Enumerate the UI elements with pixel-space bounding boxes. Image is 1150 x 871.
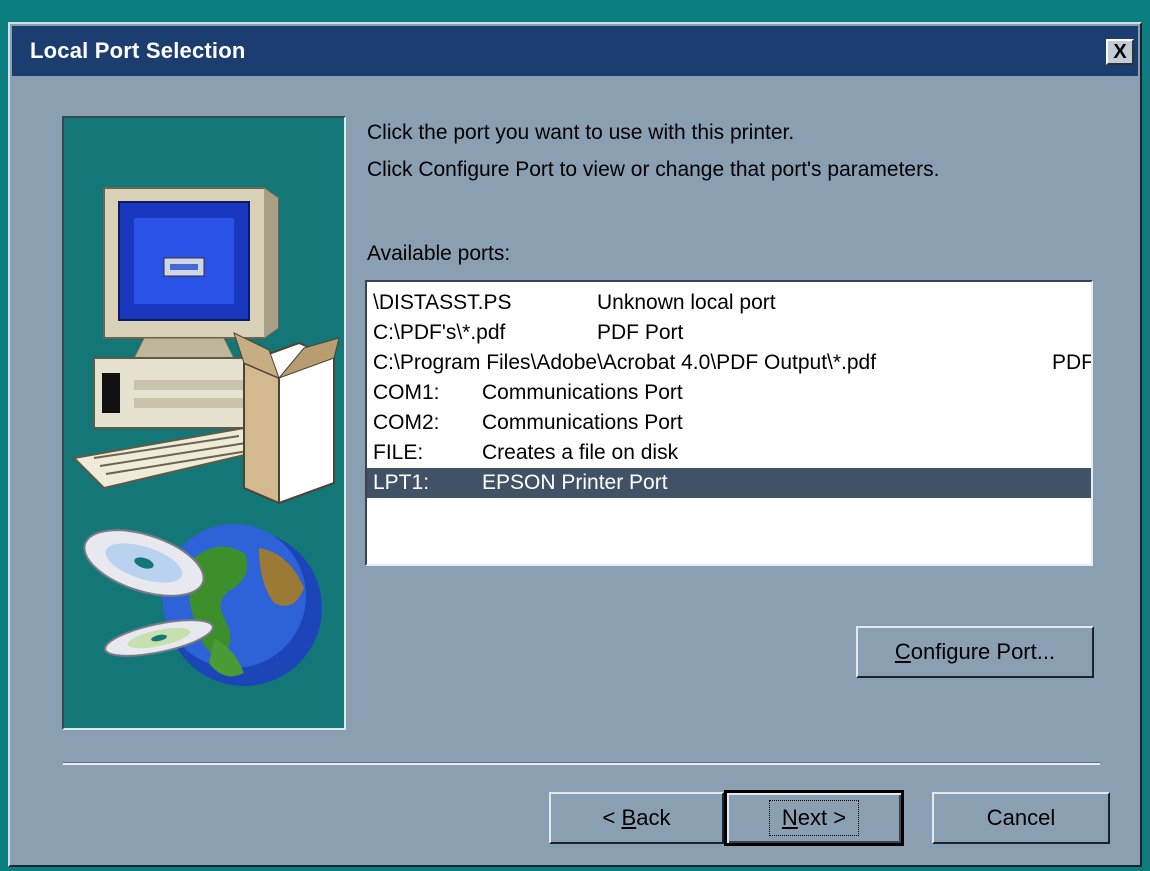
configure-port-button[interactable]: Configure Port... xyxy=(856,626,1094,678)
port-description: Communications Port xyxy=(482,411,683,434)
port-name: COM1: xyxy=(373,381,440,404)
port-list-item[interactable]: COM2: Communications Port xyxy=(367,408,1091,438)
window-title: Local Port Selection xyxy=(30,38,246,63)
port-name: COM2: xyxy=(373,411,440,434)
instruction-line-2: Click Configure Port to view or change t… xyxy=(367,158,940,181)
port-name: C:\Program Files\Adobe\Acrobat 4.0\PDF O… xyxy=(373,351,877,374)
close-icon: X xyxy=(1113,41,1127,63)
cancel-label: Cancel xyxy=(986,805,1056,830)
port-name: LPT1: xyxy=(373,471,430,494)
port-list-item[interactable]: LPT1: EPSON Printer Port xyxy=(367,468,1091,498)
next-label: Next > xyxy=(768,800,860,836)
computer-case-icon xyxy=(93,357,270,429)
port-description: PDF Port xyxy=(597,321,684,344)
back-label: < Back xyxy=(602,805,671,830)
port-description: Unknown local port xyxy=(597,291,776,314)
port-list-item[interactable]: COM1: Communications Port xyxy=(367,378,1091,408)
cancel-button[interactable]: Cancel xyxy=(932,792,1110,844)
back-button[interactable]: < Back xyxy=(549,792,724,844)
port-name: \DISTASST.PS xyxy=(373,291,512,314)
port-description: Communications Port xyxy=(482,381,683,404)
port-description: Creates a file on disk xyxy=(482,441,679,464)
port-description: EPSON Printer Port xyxy=(482,471,668,494)
available-ports-label: Available ports: xyxy=(367,242,511,265)
globe-icon xyxy=(162,524,322,686)
wizard-illustration xyxy=(62,116,346,730)
available-ports-list[interactable]: \DISTASST.PS Unknown local port C:\PDF's\*… xyxy=(365,280,1093,566)
port-list-item[interactable]: \DISTASST.PS Unknown local port xyxy=(367,288,1091,318)
port-name: C:\PDF's\*.pdf xyxy=(373,321,506,344)
port-list-item[interactable]: C:\PDF's\*.pdf PDF Port xyxy=(367,318,1091,348)
local-port-selection-dialog: Local Port Selection X Click the port yo… xyxy=(8,22,1142,867)
monitor-icon xyxy=(103,187,279,359)
port-name: FILE: xyxy=(373,441,424,464)
port-list-item[interactable]: C:\Program Files\Adobe\Acrobat 4.0\PDF O… xyxy=(367,348,1091,378)
title-bar[interactable]: Local Port Selection X xyxy=(12,26,1138,76)
close-button[interactable]: X xyxy=(1106,39,1134,65)
next-button[interactable]: Next > xyxy=(724,790,904,846)
instruction-line-1: Click the port you want to use with this… xyxy=(367,121,795,144)
box-icon xyxy=(233,332,340,505)
port-list-item[interactable]: FILE: Creates a file on disk xyxy=(367,438,1091,468)
configure-port-label: Configure Port... xyxy=(894,639,1056,664)
port-description: PDF Port xyxy=(1052,351,1091,374)
separator xyxy=(63,762,1100,765)
computer-illustration xyxy=(71,187,340,686)
